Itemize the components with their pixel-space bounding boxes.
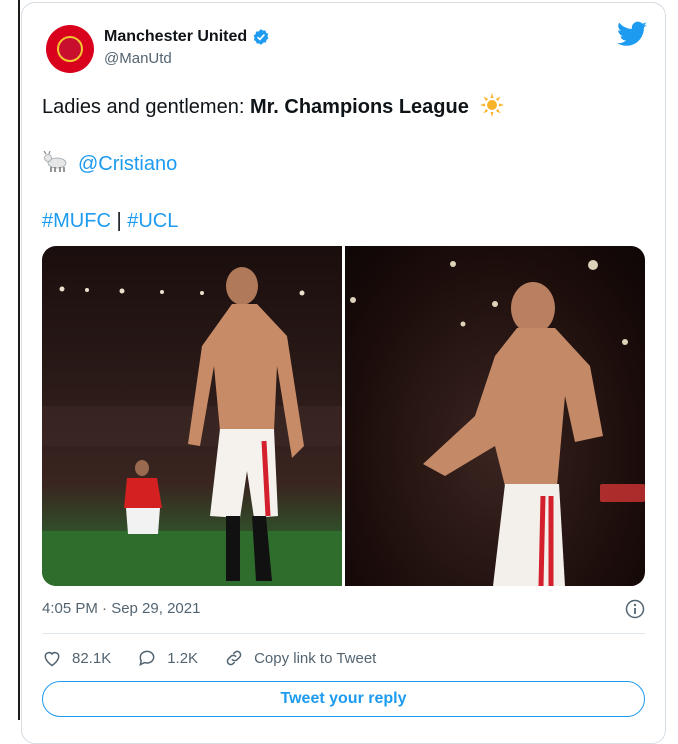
hashtag-line: #MUFC | #UCL (42, 208, 178, 234)
tweet-text-bold: Mr. Champions League (249, 96, 469, 118)
reply-count-button[interactable]: 1.2K (137, 648, 198, 668)
like-button[interactable]: 82.1K (42, 648, 111, 668)
hashtag-ucl[interactable]: #UCL (127, 210, 178, 232)
comment-icon (139, 650, 155, 667)
author-row: Manchester United (104, 28, 270, 46)
author-name[interactable]: Manchester United (104, 28, 247, 46)
divider (42, 633, 645, 634)
verified-badge-icon (253, 29, 269, 45)
twitter-bird-icon[interactable] (617, 21, 647, 47)
tweet-text: Ladies and gentlemen: (42, 96, 250, 118)
player-celebration-image (42, 267, 342, 586)
window-edge (18, 0, 20, 720)
sun-emoji-icon (480, 93, 505, 117)
like-count: 82.1K (72, 649, 112, 667)
photo-right[interactable] (345, 246, 645, 586)
mention-line: @Cristiano (42, 151, 177, 177)
hashtag-mufc[interactable]: #MUFC (42, 210, 111, 232)
tweet-reply-button[interactable]: Tweet your reply (42, 681, 645, 717)
club-crest-icon (57, 36, 83, 62)
timestamp[interactable]: 4:05 PM · Sep 29, 2021 (42, 600, 200, 617)
tweet-text-line: Ladies and gentlemen: Mr. Champions Leag… (42, 93, 505, 120)
photo-left[interactable] (42, 246, 342, 586)
avatar[interactable] (46, 25, 94, 73)
mention-link[interactable]: @Cristiano (78, 153, 177, 175)
tweet-card: Manchester United @ManUtd Ladies and gen… (21, 2, 666, 744)
copy-link-button[interactable]: Copy link to Tweet (224, 648, 376, 668)
hashtag-separator: | (116, 210, 122, 232)
link-icon (226, 650, 242, 666)
player-celebration-closeup-image (350, 260, 645, 586)
action-bar: 82.1K 1.2K Copy link to Tweet (42, 648, 402, 668)
info-icon[interactable] (625, 599, 645, 619)
author-handle[interactable]: @ManUtd (104, 50, 172, 67)
reply-count: 1.2K (167, 649, 199, 667)
goat-emoji-icon (43, 151, 67, 172)
copy-link-label: Copy link to Tweet (254, 649, 377, 667)
media-grid (42, 246, 645, 586)
heart-icon (44, 651, 60, 667)
